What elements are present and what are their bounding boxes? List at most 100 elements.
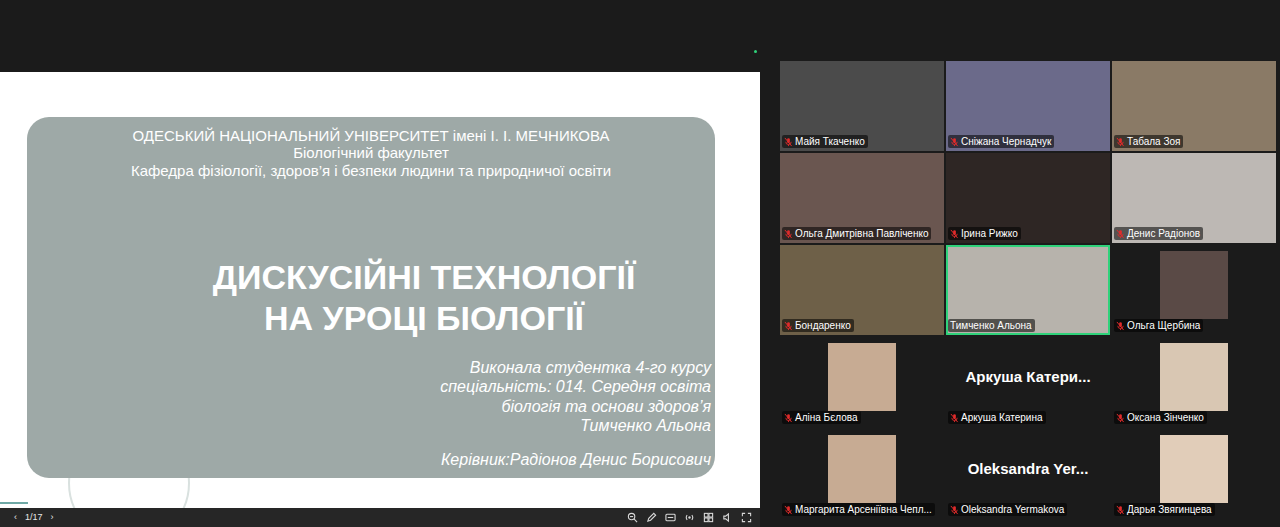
participant-tile[interactable]: Бондаренко: [780, 245, 944, 335]
name-label: Ольга Дмитрівна Павліченко: [782, 227, 931, 240]
participant-tile[interactable]: Аліна Бєлова: [780, 337, 944, 427]
page-counter: 1/17: [25, 511, 43, 525]
name-label: Аркуша Катерина: [948, 411, 1046, 424]
caption-button[interactable]: [665, 512, 676, 523]
participant-tile[interactable]: Сніжана Чернадчук: [946, 61, 1110, 151]
slide-header: ОДЕСЬКИЙ НАЦІОНАЛЬНИЙ УНІВЕРСИТЕТ імені …: [47, 127, 711, 179]
participant-tile[interactable]: Ольга Дмитрівна Павліченко: [780, 153, 944, 243]
participant-name: Маргарита Арсеніївна Чепл...: [795, 503, 932, 516]
participant-name: Майя Ткаченко: [795, 135, 865, 148]
title-line: НА УРОЦІ БІОЛОГІЇ: [137, 298, 711, 339]
participant-name: Денис Радіонов: [1127, 227, 1200, 240]
title-line: ДИСКУСІЙНІ ТЕХНОЛОГІЇ: [137, 257, 711, 298]
participant-tile[interactable]: Маргарита Арсеніївна Чепл...: [780, 429, 944, 519]
status-dot: [754, 50, 757, 53]
participant-name: Oleksandra Yermakova: [961, 503, 1064, 516]
display-name: Oleksandra Yer...: [968, 458, 1089, 481]
name-label: Маргарита Арсеніївна Чепл...: [782, 503, 935, 516]
participant-name: Оксана Зінченко: [1127, 411, 1204, 424]
conference-window: ОДЕСЬКИЙ НАЦІОНАЛЬНИЙ УНІВЕРСИТЕТ імені …: [0, 0, 1280, 527]
zoom-button[interactable]: [627, 512, 638, 523]
display-name: Аркуша Катери...: [965, 366, 1090, 389]
participant-tile[interactable]: Ірина Рижко: [946, 153, 1110, 243]
participant-name: Аліна Бєлова: [795, 411, 858, 424]
page-nav: ‹ 1/17 ›: [14, 511, 54, 525]
participant-tile[interactable]: Ольга Щербина: [1112, 245, 1276, 335]
participant-tile[interactable]: Oleksandra Yer... Oleksandra Yermakova: [946, 429, 1110, 519]
avatar-picture: [1160, 343, 1228, 411]
name-label: Оксана Зінченко: [1114, 411, 1207, 424]
department-name: Кафедра фізіології, здоров’я і безпеки л…: [47, 162, 695, 179]
muted-mic-icon: [784, 505, 793, 515]
author-line: Виконала студентка 4-го курсу: [47, 358, 711, 378]
participant-name: Ірина Рижко: [961, 227, 1018, 240]
name-label: Бондаренко: [782, 319, 854, 332]
participant-name: Ольга Щербина: [1127, 319, 1200, 332]
muted-mic-icon: [1116, 321, 1125, 331]
muted-mic-icon: [950, 229, 959, 239]
participant-name: Бондаренко: [795, 319, 851, 332]
caption-icon: [665, 512, 676, 523]
audio-icon: [722, 512, 733, 523]
author-line: біологія та основи здоров’я: [47, 397, 711, 417]
author-line: Тимченко Альона: [47, 416, 711, 436]
zoom-icon: [627, 512, 638, 523]
muted-mic-icon: [950, 505, 959, 515]
name-label: Аліна Бєлова: [782, 411, 861, 424]
name-label: Табала Зоя: [1114, 135, 1183, 148]
pen-button[interactable]: [646, 512, 657, 523]
participant-name: Сніжана Чернадчук: [961, 135, 1051, 148]
participant-tile[interactable]: Тимченко Альона: [946, 245, 1110, 335]
fullscreen-button[interactable]: [741, 512, 752, 523]
supervisor: Керівник:Радіонов Денис Борисович: [47, 448, 711, 472]
muted-mic-icon: [784, 137, 793, 147]
name-label: Дарья Звягинцева: [1114, 503, 1215, 516]
avatar-picture: [1160, 251, 1228, 319]
grid-icon: [703, 512, 714, 523]
view-tools: [627, 512, 752, 523]
participant-tile[interactable]: Денис Радіонов: [1112, 153, 1276, 243]
name-label: Майя Ткаченко: [782, 135, 868, 148]
fullscreen-icon: [741, 512, 752, 523]
next-button[interactable]: ›: [51, 511, 54, 525]
slide-line: [0, 502, 28, 504]
name-label: Тимченко Альона: [948, 319, 1035, 332]
name-label: Ольга Щербина: [1114, 319, 1203, 332]
participant-tile[interactable]: Дарья Звягинцева: [1112, 429, 1276, 519]
broadcast-icon: [684, 512, 695, 523]
broadcast-button[interactable]: [684, 512, 695, 523]
name-label: Oleksandra Yermakova: [948, 503, 1067, 516]
muted-mic-icon: [950, 137, 959, 147]
grid-button[interactable]: [703, 512, 714, 523]
author-line: спеціальність: 014. Середня освіта: [47, 377, 711, 397]
avatar-picture: [1160, 435, 1228, 503]
slide: ОДЕСЬКИЙ НАЦІОНАЛЬНИЙ УНІВЕРСИТЕТ імені …: [0, 72, 760, 508]
name-label: Ірина Рижко: [948, 227, 1021, 240]
muted-mic-icon: [1116, 413, 1125, 423]
muted-mic-icon: [784, 321, 793, 331]
participant-name: Тимченко Альона: [950, 319, 1032, 332]
name-label: Денис Радіонов: [1114, 227, 1203, 240]
slide-title: ДИСКУСІЙНІ ТЕХНОЛОГІЇНА УРОЦІ БІОЛОГІЇ: [47, 257, 711, 340]
participant-tile[interactable]: Оксана Зінченко: [1112, 337, 1276, 427]
pen-icon: [646, 512, 657, 523]
participant-tile[interactable]: Майя Ткаченко: [780, 61, 944, 151]
participant-tile[interactable]: Аркуша Катери... Аркуша Катерина: [946, 337, 1110, 427]
shared-screen: ОДЕСЬКИЙ НАЦІОНАЛЬНИЙ УНІВЕРСИТЕТ імені …: [0, 0, 760, 527]
participant-grid: Майя Ткаченко Сніжана Чернадчук Табала Зоя…: [780, 61, 1276, 519]
muted-mic-icon: [950, 413, 959, 423]
faculty-name: Біологічний факультет: [47, 144, 695, 161]
muted-mic-icon: [784, 229, 793, 239]
avatar-picture: [828, 435, 896, 503]
participant-name: Табала Зоя: [1127, 135, 1180, 148]
author-block: Виконала студентка 4-го курсуспеціальніс…: [47, 358, 711, 436]
participant-name: Ольга Дмитрівна Павліченко: [795, 227, 928, 240]
audio-button[interactable]: [722, 512, 733, 523]
participant-name: Дарья Звягинцева: [1127, 503, 1212, 516]
muted-mic-icon: [1116, 505, 1125, 515]
participant-tile[interactable]: Табала Зоя: [1112, 61, 1276, 151]
slide-toolbar: ‹ 1/17 ›: [0, 508, 760, 527]
prev-button[interactable]: ‹: [14, 511, 17, 525]
muted-mic-icon: [1116, 229, 1125, 239]
slide-panel: ОДЕСЬКИЙ НАЦІОНАЛЬНИЙ УНІВЕРСИТЕТ імені …: [27, 117, 715, 478]
